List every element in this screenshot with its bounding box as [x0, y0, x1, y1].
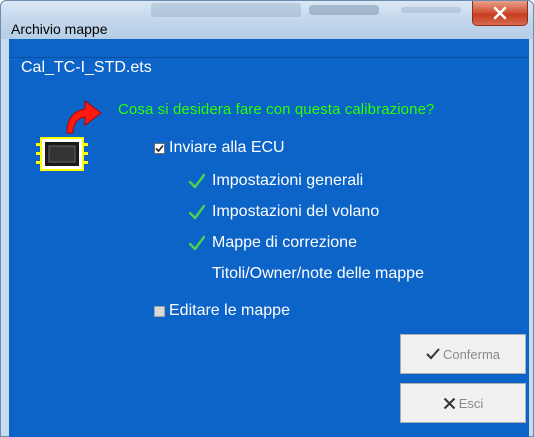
dialog-window: Archivio mappe Cal_TC-I_STD.ets Cosa si …	[0, 0, 534, 437]
list-item: Mappe di correzione	[188, 234, 357, 252]
list-item: Impostazioni del volano	[188, 203, 379, 221]
send-to-ecu-label: Inviare alla ECU	[169, 139, 285, 156]
close-icon	[493, 6, 507, 20]
green-check-icon	[188, 204, 206, 220]
list-item: Impostazioni generali	[188, 172, 363, 190]
option-map-titles-notes: Titoli/Owner/note delle mappe	[212, 265, 424, 282]
option-general-settings: Impostazioni generali	[212, 172, 364, 189]
option-correction-maps: Mappe di correzione	[212, 234, 357, 251]
option-flywheel-settings: Impostazioni del volano	[212, 203, 380, 220]
x-icon	[443, 397, 455, 409]
exit-label: Esci	[458, 395, 484, 411]
background-blur	[309, 5, 379, 15]
close-button[interactable]	[472, 1, 528, 26]
checkmark-icon	[155, 144, 164, 152]
background-blur	[401, 7, 461, 13]
checkmark-icon	[426, 348, 440, 360]
send-to-ecu-option[interactable]: Inviare alla ECU	[154, 139, 285, 157]
title-bar[interactable]: Archivio mappe	[1, 1, 533, 39]
edit-maps-option[interactable]: Editare le mappe	[154, 302, 290, 320]
window-title: Archivio mappe	[11, 21, 108, 37]
green-check-icon	[188, 235, 206, 251]
file-name: Cal_TC-I_STD.ets	[21, 59, 152, 76]
exit-button[interactable]: Esci	[400, 383, 526, 423]
edit-maps-label: Editare le mappe	[169, 302, 290, 319]
list-item: Titoli/Owner/note delle mappe	[212, 265, 424, 283]
background-blur	[151, 3, 301, 17]
edit-maps-checkbox[interactable]	[154, 305, 165, 317]
prompt-question: Cosa si desidera fare con questa calibra…	[118, 101, 435, 118]
send-to-ecu-checkbox[interactable]	[154, 142, 165, 154]
red-curved-arrow-icon	[66, 100, 102, 134]
confirm-label: Conferma	[442, 346, 501, 362]
green-check-icon	[188, 173, 206, 189]
confirm-button[interactable]: Conferma	[400, 334, 526, 374]
ecu-chip-icon	[35, 135, 89, 173]
